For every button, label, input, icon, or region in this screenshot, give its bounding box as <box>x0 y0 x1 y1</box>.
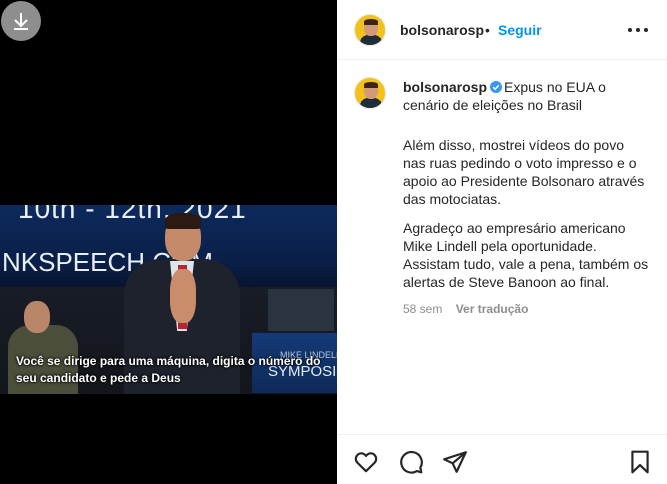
speaker-hair <box>165 213 201 229</box>
caption-meta: 58 sem Ver tradução <box>403 302 528 316</box>
subtitle-line-1: Você se dirige para uma máquina, digita … <box>16 354 321 368</box>
stage-monitor <box>268 289 334 331</box>
post-media[interactable]: 10th - 12th, 2021 NKSPEECH.COM MIKE LIND… <box>0 0 337 484</box>
more-options-icon <box>628 28 632 32</box>
caption-paragraph-2: Além disso, mostrei vídeos do povo nas r… <box>403 137 645 207</box>
header-separator: • <box>485 22 490 38</box>
video-frame[interactable]: 10th - 12th, 2021 NKSPEECH.COM MIKE LIND… <box>0 205 337 394</box>
banner-date: 10th - 12th, 2021 <box>18 205 247 224</box>
follow-button[interactable]: Seguir <box>498 22 542 38</box>
speaker-hands <box>170 269 196 323</box>
subtitle-line-2: seu candidato e pede a Deus <box>16 371 181 385</box>
caption-paragraph-3: Agradeço ao empresário americano Mike Li… <box>403 220 649 290</box>
caption-username[interactable]: bolsonarosp <box>403 79 487 95</box>
verified-badge-icon <box>490 81 503 93</box>
post-details-panel: bolsonarosp • Seguir bolsonarosp Expus n… <box>337 0 667 484</box>
more-options-button[interactable] <box>628 22 648 38</box>
post-time: 58 sem <box>403 302 443 316</box>
action-bar <box>337 434 667 484</box>
caption-avatar[interactable] <box>354 77 386 109</box>
see-translation-link[interactable]: Ver tradução <box>456 302 529 316</box>
bookmark-icon[interactable] <box>627 449 653 475</box>
caption-first-line: bolsonarosp Expus no EUA o cenário de el… <box>403 78 649 114</box>
download-button[interactable] <box>1 1 41 41</box>
seated-man-head <box>24 301 50 333</box>
download-icon <box>14 13 28 30</box>
share-icon[interactable] <box>442 449 468 475</box>
video-subtitles: Você se dirige para uma máquina, digita … <box>16 353 334 387</box>
header-username[interactable]: bolsonarosp <box>400 22 484 38</box>
comment-icon[interactable] <box>398 449 424 475</box>
avatar[interactable] <box>354 14 386 46</box>
heart-icon[interactable] <box>353 449 379 475</box>
caption-section: bolsonarosp Expus no EUA o cenário de el… <box>337 61 667 433</box>
post-header: bolsonarosp • Seguir <box>337 0 667 60</box>
